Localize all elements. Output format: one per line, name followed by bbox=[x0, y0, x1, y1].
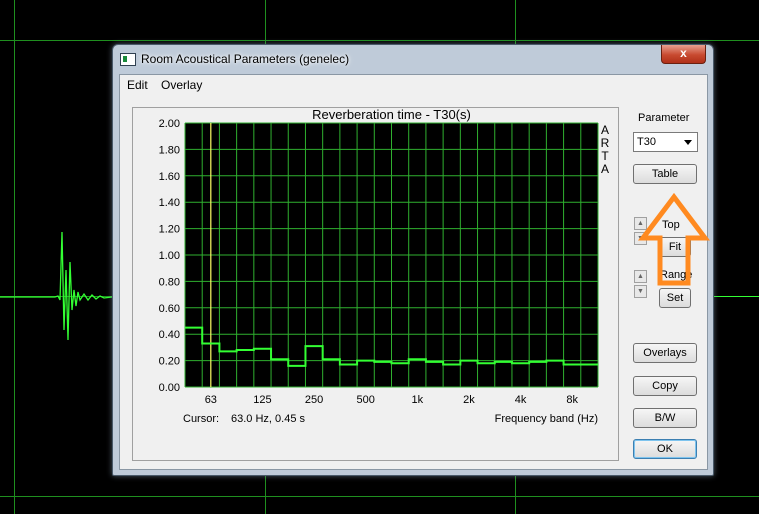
app-icon bbox=[120, 53, 136, 66]
y-tick-label: 1.00 bbox=[159, 250, 180, 262]
ok-button[interactable]: OK bbox=[633, 439, 697, 459]
copy-button[interactable]: Copy bbox=[633, 376, 697, 396]
title-bar[interactable]: Room Acoustical Parameters (genelec) x bbox=[113, 45, 713, 72]
fit-button[interactable]: Fit bbox=[659, 237, 691, 257]
x-tick-label: 8k bbox=[566, 394, 578, 406]
x-tick-label: 1k bbox=[412, 394, 424, 406]
y-tick-label: 1.20 bbox=[159, 224, 180, 236]
dialog-client: Edit Overlay 0.00 0.20 0.40 0.60 0.80 1.00 1.2… bbox=[119, 74, 708, 470]
y-tick-label: 2.00 bbox=[159, 118, 180, 130]
x-tick-label: 63 bbox=[205, 394, 217, 406]
y-tick-label: 1.40 bbox=[159, 197, 180, 209]
cursor-readout-label: Cursor: bbox=[183, 413, 219, 425]
x-axis-label: Frequency band (Hz) bbox=[495, 413, 598, 425]
top-spin-up-icon[interactable]: ▲ bbox=[634, 217, 647, 230]
close-button[interactable]: x bbox=[661, 45, 706, 64]
top-spin-down-icon[interactable]: ▼ bbox=[634, 232, 647, 245]
y-tick-label: 0.20 bbox=[159, 356, 180, 368]
x-tick-label: 2k bbox=[463, 394, 475, 406]
cursor-readout-value: 63.0 Hz, 0.45 s bbox=[231, 413, 305, 425]
arta-watermark-letter: A bbox=[601, 123, 609, 137]
parameter-select-value: T30 bbox=[637, 136, 656, 148]
y-tick-label: 0.60 bbox=[159, 303, 180, 315]
overlays-button[interactable]: Overlays bbox=[633, 343, 697, 363]
x-tick-label: 250 bbox=[305, 394, 323, 406]
y-tick-label: 1.80 bbox=[159, 144, 180, 156]
parameter-label: Parameter bbox=[638, 112, 690, 124]
arta-watermark-letter: A bbox=[601, 162, 609, 176]
y-tick-label: 0.00 bbox=[159, 382, 180, 394]
window-title: Room Acoustical Parameters (genelec) bbox=[141, 52, 350, 66]
reverberation-chart[interactable]: 0.00 0.20 0.40 0.60 0.80 1.00 1.20 1.40 1.60 1.80… bbox=[133, 108, 618, 460]
range-label: Range bbox=[660, 269, 693, 281]
plot-frame: 0.00 0.20 0.40 0.60 0.80 1.00 1.20 1.40 1.60 1.80… bbox=[132, 107, 619, 461]
table-button[interactable]: Table bbox=[633, 164, 697, 184]
top-label: Top bbox=[662, 219, 680, 231]
parameter-select[interactable]: T30 bbox=[633, 132, 698, 152]
x-tick-label: 500 bbox=[357, 394, 375, 406]
menu-bar: Edit Overlay bbox=[120, 75, 707, 95]
chart-title: Reverberation time - T30(s) bbox=[312, 108, 471, 122]
arta-watermark-letter: R bbox=[601, 136, 610, 150]
range-spin-down-icon[interactable]: ▼ bbox=[634, 285, 647, 298]
range-spin-up-icon[interactable]: ▲ bbox=[634, 270, 647, 283]
y-tick-label: 0.80 bbox=[159, 276, 180, 288]
arta-watermark-letter: T bbox=[601, 149, 609, 163]
x-tick-label: 125 bbox=[253, 394, 271, 406]
y-tick-label: 1.60 bbox=[159, 171, 180, 183]
x-tick-label: 4k bbox=[515, 394, 527, 406]
set-button[interactable]: Set bbox=[659, 288, 691, 308]
chevron-down-icon bbox=[684, 140, 692, 145]
y-tick-label: 0.40 bbox=[159, 329, 180, 341]
menu-edit[interactable]: Edit bbox=[127, 78, 148, 92]
bw-button[interactable]: B/W bbox=[633, 408, 697, 428]
room-acoustical-parameters-window: Room Acoustical Parameters (genelec) x E… bbox=[112, 44, 714, 476]
menu-overlay[interactable]: Overlay bbox=[161, 78, 202, 92]
